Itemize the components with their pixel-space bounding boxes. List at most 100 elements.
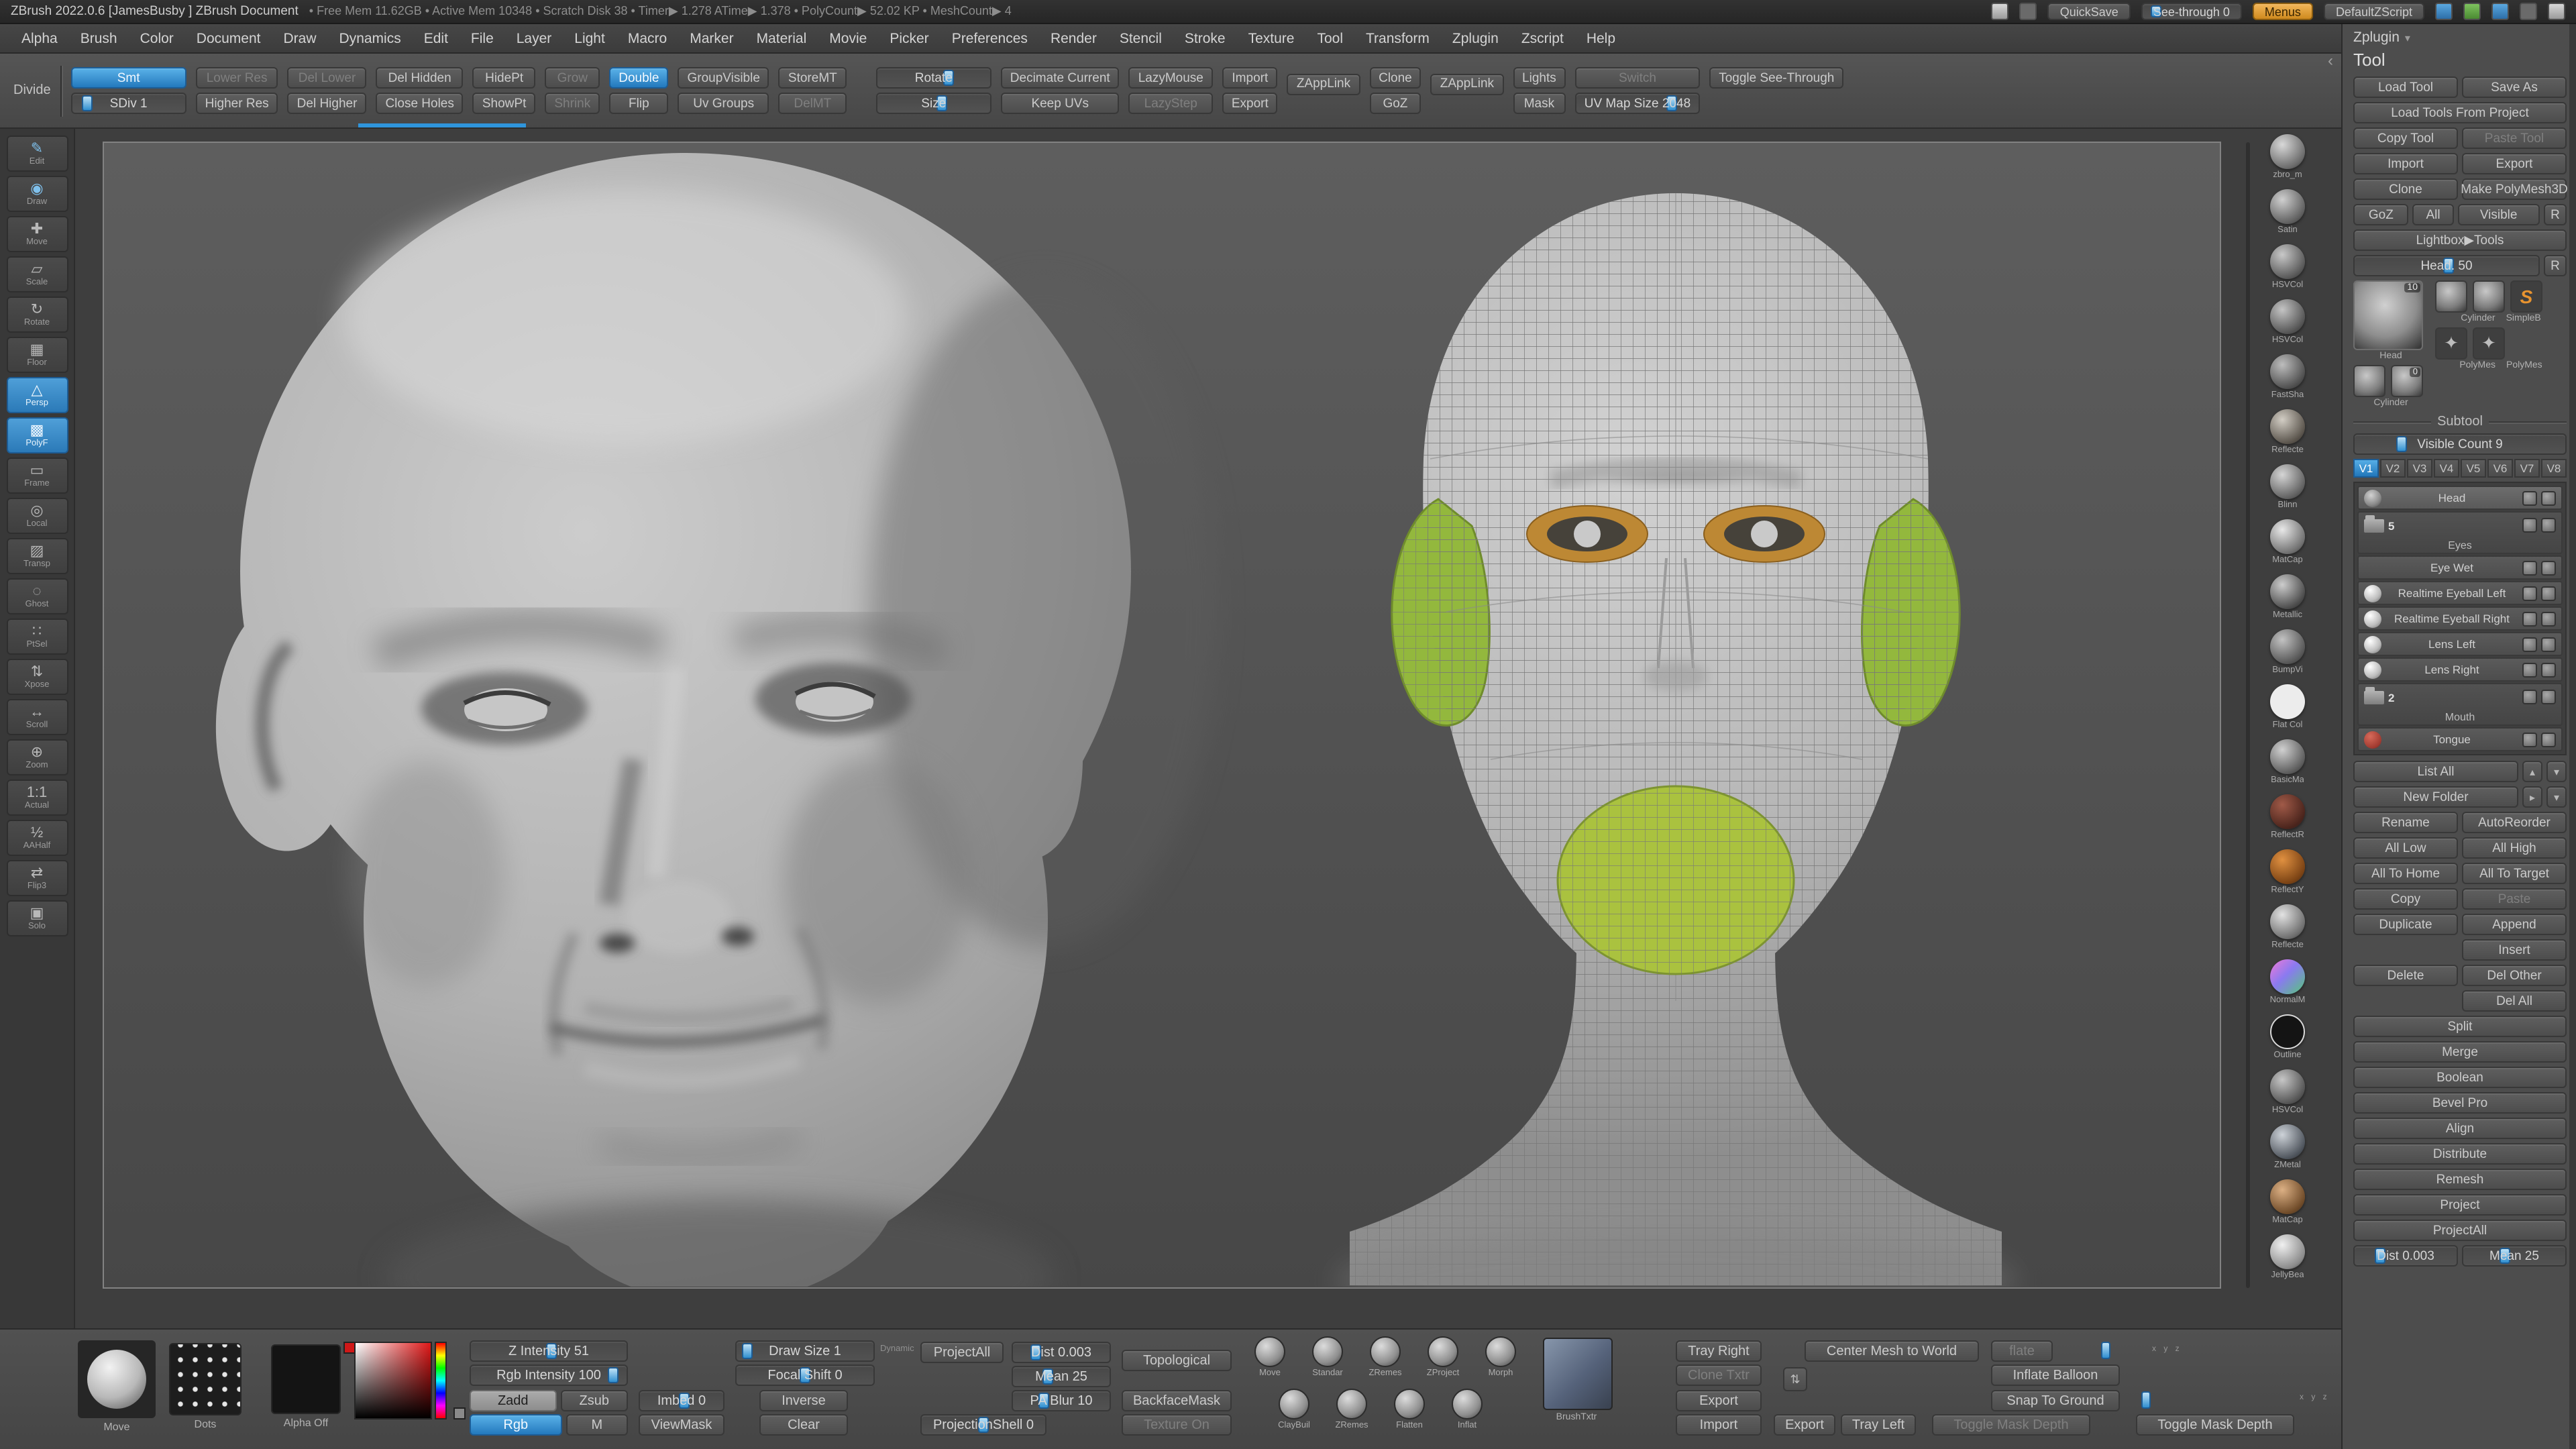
shelf-button[interactable]: Smt <box>70 67 186 89</box>
folder-down-icon[interactable]: ▾ <box>2546 786 2567 808</box>
menu-item[interactable]: Picker <box>879 28 939 49</box>
rgb-button[interactable]: Rgb <box>470 1414 562 1436</box>
clear-button[interactable]: Clear <box>759 1414 848 1436</box>
menu-item[interactable]: Help <box>1576 28 1626 49</box>
append-button[interactable]: Append <box>2462 914 2567 935</box>
menu-item[interactable]: Marker <box>679 28 744 49</box>
subtool-row[interactable]: Tongue <box>2357 727 2563 751</box>
projection-shell-slider[interactable]: ProjectionShell 0 <box>920 1414 1046 1436</box>
pin-icon[interactable] <box>2019 3 2037 20</box>
rename-button[interactable]: Rename <box>2353 812 2458 833</box>
m-button[interactable]: M <box>566 1414 628 1436</box>
dock-tool-button[interactable]: 1:1 Actual <box>6 780 68 816</box>
menu-item[interactable]: Preferences <box>941 28 1038 49</box>
material-item[interactable]: ReflectY <box>2270 849 2305 895</box>
shelf-button[interactable]: LazyStep <box>1128 93 1213 114</box>
move-down-icon[interactable]: ▾ <box>2546 761 2567 782</box>
menu-item[interactable]: Zplugin <box>1442 28 1509 49</box>
brush-shortcut[interactable]: Flatten <box>1387 1389 1432 1430</box>
eye-icon[interactable] <box>2541 586 2556 600</box>
menu-item[interactable]: Render <box>1040 28 1108 49</box>
center-mesh-to-world-button[interactable]: Center Mesh to World <box>1805 1340 1979 1362</box>
subtool-section-button[interactable]: Split <box>2353 1016 2567 1037</box>
material-item[interactable]: Blinn <box>2270 464 2305 510</box>
brush-preview[interactable] <box>78 1340 156 1418</box>
stroke-preview[interactable] <box>169 1343 241 1415</box>
eye-icon[interactable] <box>2541 518 2556 533</box>
subtool-section-button[interactable]: Boolean <box>2353 1067 2567 1088</box>
viewport[interactable] <box>75 129 2341 1328</box>
z-intensity-slider[interactable]: Z Intensity 51 <box>470 1340 628 1362</box>
zplugin-tab[interactable]: Zplugin <box>2353 30 2400 46</box>
new-folder-button[interactable]: New Folder <box>2353 786 2518 808</box>
dock-tool-button[interactable]: ↔ Scroll <box>6 699 68 735</box>
goz-r-button[interactable]: R <box>2544 204 2567 225</box>
menu-item[interactable]: Texture <box>1238 28 1305 49</box>
shelf-button[interactable]: Uv Groups <box>678 93 769 114</box>
quicksave-button[interactable]: QuickSave <box>2047 3 2131 20</box>
dock-tool-button[interactable]: ½ AAHalf <box>6 820 68 856</box>
material-item[interactable]: BumpVi <box>2270 629 2305 675</box>
material-item[interactable]: FastSha <box>2270 354 2305 400</box>
dock-tool-button[interactable]: ▦ Floor <box>6 337 68 373</box>
snap-to-ground-button[interactable]: Snap To Ground <box>1991 1390 2120 1411</box>
make-polymesh3d-button[interactable]: Make PolyMesh3D <box>2461 178 2568 200</box>
toggle-mask-depth-button-2[interactable]: Toggle Mask Depth <box>2136 1414 2294 1436</box>
backfacemask-button[interactable]: BackfaceMask <box>1122 1390 1232 1411</box>
material-item[interactable]: NormalM <box>2270 959 2305 1005</box>
menus-button[interactable]: Menus <box>2252 3 2313 20</box>
shelf-button[interactable]: Del Hidden <box>376 67 464 89</box>
insert-button[interactable]: Insert <box>2462 939 2567 961</box>
clone-txtr-button[interactable]: Clone Txtr <box>1676 1364 1762 1386</box>
subtool-view-tab[interactable]: V3 <box>2407 459 2432 478</box>
menu-item[interactable]: Material <box>746 28 818 49</box>
subtool-row[interactable]: Realtime Eyeball Right <box>2357 606 2563 631</box>
shelf-button[interactable]: Lights <box>1513 67 1566 89</box>
material-item[interactable]: Flat Col <box>2270 684 2305 730</box>
import-button[interactable]: Import <box>2353 153 2458 174</box>
menu-item[interactable]: Draw <box>273 28 327 49</box>
menu-item[interactable]: Dynamics <box>329 28 412 49</box>
menu-item[interactable]: Brush <box>70 28 128 49</box>
material-item[interactable]: ZMetal <box>2270 1124 2305 1170</box>
subtool-row[interactable]: Lens Left <box>2357 632 2563 656</box>
goz-button[interactable]: GoZ <box>2353 204 2409 225</box>
brush-shortcut[interactable]: Move <box>1248 1336 1292 1378</box>
dock-tool-button[interactable]: ◉ Draw <box>6 176 68 212</box>
shelf-button[interactable]: Lower Res <box>195 67 278 89</box>
material-item[interactable]: HSVCol <box>2270 244 2305 290</box>
material-item[interactable]: BasicMa <box>2270 739 2305 785</box>
shelf-button[interactable]: Del Higher <box>287 93 367 114</box>
dock-tool-button[interactable]: ∷ PtSel <box>6 619 68 655</box>
material-item[interactable]: HSVCol <box>2270 1069 2305 1115</box>
dock-tool-button[interactable]: ✚ Move <box>6 216 68 252</box>
subtool-row[interactable]: Realtime Eyeball Left <box>2357 581 2563 605</box>
subtool-row[interactable]: 5 Eyes <box>2357 511 2563 554</box>
material-item[interactable]: zbro_m <box>2270 134 2305 180</box>
shelf-button[interactable]: Del Lower <box>287 67 367 89</box>
tray-right-button[interactable]: Tray Right <box>1676 1340 1762 1362</box>
tool-thumbnail-polymesh-star3d[interactable] <box>2473 327 2505 360</box>
subtool-section-button[interactable]: Project <box>2353 1194 2567 1216</box>
subtool-section-header[interactable]: Subtool <box>2353 415 2567 429</box>
shelf-button[interactable]: ZAppLink <box>1430 73 1504 95</box>
paste-subtool-button[interactable]: Paste <box>2462 888 2567 910</box>
menu-item[interactable]: Tool <box>1306 28 1354 49</box>
shelf-button[interactable]: ZAppLink <box>1287 73 1360 95</box>
inverse-button[interactable]: Inverse <box>759 1390 848 1411</box>
visible-count-slider[interactable]: Visible Count 9 <box>2353 433 2567 455</box>
material-item[interactable]: Metallic <box>2270 574 2305 620</box>
material-item[interactable]: ReflectR <box>2270 794 2305 840</box>
tray-left-button[interactable]: Tray Left <box>1841 1414 1916 1436</box>
lightbox-tools-button[interactable]: Lightbox▶Tools <box>2353 229 2567 251</box>
dock-tool-button[interactable]: ▩ PolyF <box>6 417 68 453</box>
subtool-row[interactable]: Head <box>2357 486 2563 510</box>
hue-strip[interactable] <box>435 1342 447 1419</box>
dock-tool-button[interactable]: ▱ Scale <box>6 256 68 292</box>
shelf-button[interactable]: Decimate Current <box>1000 67 1120 89</box>
menu-item[interactable]: File <box>460 28 504 49</box>
delete-button[interactable]: Delete <box>2353 965 2458 986</box>
shelf-button[interactable]: HidePt <box>472 67 536 89</box>
export-button-2[interactable]: Export <box>1774 1414 1835 1436</box>
viewmask-button[interactable]: ViewMask <box>639 1414 724 1436</box>
